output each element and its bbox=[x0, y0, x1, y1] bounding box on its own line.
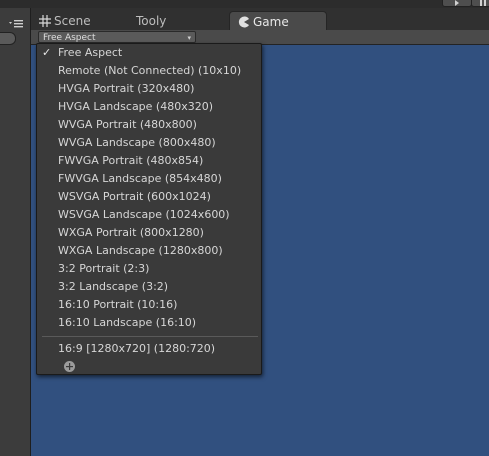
menu-item-hvga-landscape[interactable]: HVGA Landscape (480x320) bbox=[37, 98, 261, 116]
menu-item-label: Free Aspect bbox=[58, 46, 123, 59]
plus-circle-icon[interactable] bbox=[64, 361, 75, 372]
grid-icon bbox=[39, 15, 51, 27]
menu-item-hvga-portrait[interactable]: HVGA Portrait (320x480) bbox=[37, 80, 261, 98]
menu-item-wxga-landscape[interactable]: WXGA Landscape (1280x800) bbox=[37, 242, 261, 260]
play-button[interactable] bbox=[442, 0, 472, 7]
aspect-menu: ✓ Free Aspect Remote (Not Connected) (10… bbox=[36, 43, 262, 375]
tab-bar: Scene Tooly Game bbox=[31, 8, 489, 31]
menu-item-label: 3:2 Portrait (2:3) bbox=[58, 262, 150, 275]
tab-scene-label: Scene bbox=[54, 14, 91, 28]
unity-editor: Scene Tooly Game Free Aspect ▾ ✓ Free As… bbox=[0, 0, 489, 456]
tab-game-label: Game bbox=[253, 14, 289, 29]
menu-item-3-2-portrait[interactable]: 3:2 Portrait (2:3) bbox=[37, 260, 261, 278]
tab-scene[interactable]: Scene bbox=[39, 12, 91, 30]
pacman-icon bbox=[238, 16, 250, 28]
aspect-dropdown-value: Free Aspect bbox=[43, 33, 96, 43]
menu-item-free-aspect[interactable]: ✓ Free Aspect bbox=[37, 44, 261, 62]
menu-item-wvga-portrait[interactable]: WVGA Portrait (480x800) bbox=[37, 116, 261, 134]
menu-item-label: WXGA Landscape (1280x800) bbox=[58, 244, 223, 257]
menu-item-16-10-landscape[interactable]: 16:10 Landscape (16:10) bbox=[37, 314, 261, 332]
search-field[interactable] bbox=[0, 32, 16, 45]
aspect-dropdown[interactable]: Free Aspect ▾ bbox=[38, 31, 196, 43]
pause-icon bbox=[480, 0, 486, 6]
menu-item-label: 3:2 Landscape (3:2) bbox=[58, 280, 169, 293]
menu-item-label: WVGA Landscape (800x480) bbox=[58, 136, 216, 149]
menu-item-wvga-landscape[interactable]: WVGA Landscape (800x480) bbox=[37, 134, 261, 152]
menu-separator bbox=[42, 336, 258, 337]
tab-tooly-label: Tooly bbox=[136, 14, 167, 28]
menu-item-label: 16:9 [1280x720] (1280:720) bbox=[58, 342, 216, 355]
menu-item-wxga-portrait[interactable]: WXGA Portrait (800x1280) bbox=[37, 224, 261, 242]
top-toolbar bbox=[0, 0, 489, 8]
menu-item-label: FWVGA Portrait (480x854) bbox=[58, 154, 204, 167]
menu-item-label: WXGA Portrait (800x1280) bbox=[58, 226, 204, 239]
menu-item-wsvga-landscape[interactable]: WSVGA Landscape (1024x600) bbox=[37, 206, 261, 224]
menu-item-label: WSVGA Portrait (600x1024) bbox=[58, 190, 211, 203]
tab-tooly[interactable]: Tooly bbox=[136, 12, 166, 30]
menu-item-16-10-portrait[interactable]: 16:10 Portrait (10:16) bbox=[37, 296, 261, 314]
menu-item-label: 16:10 Portrait (10:16) bbox=[58, 298, 178, 311]
menu-item-fwvga-landscape[interactable]: FWVGA Landscape (854x480) bbox=[37, 170, 261, 188]
tab-game[interactable]: Game bbox=[229, 11, 327, 31]
menu-item-label: WVGA Portrait (480x800) bbox=[58, 118, 197, 131]
menu-item-fwvga-portrait[interactable]: FWVGA Portrait (480x854) bbox=[37, 152, 261, 170]
menu-item-label: 16:10 Landscape (16:10) bbox=[58, 316, 197, 329]
menu-item-label: FWVGA Landscape (854x480) bbox=[58, 172, 222, 185]
menu-item-16-9-custom[interactable]: 16:9 [1280x720] (1280:720) bbox=[37, 340, 261, 358]
menu-item-label: HVGA Landscape (480x320) bbox=[58, 100, 214, 113]
menu-item-label: WSVGA Landscape (1024x600) bbox=[58, 208, 230, 221]
menu-item-label: Remote (Not Connected) (10x10) bbox=[58, 64, 242, 77]
pause-button[interactable] bbox=[471, 0, 489, 7]
checkmark-icon: ✓ bbox=[42, 46, 52, 59]
menu-item-remote[interactable]: Remote (Not Connected) (10x10) bbox=[37, 62, 261, 80]
left-dock-panel bbox=[0, 8, 31, 456]
menu-item-label: HVGA Portrait (320x480) bbox=[58, 82, 195, 95]
hamburger-icon[interactable] bbox=[9, 20, 25, 30]
menu-item-3-2-landscape[interactable]: 3:2 Landscape (3:2) bbox=[37, 278, 261, 296]
menu-item-wsvga-portrait[interactable]: WSVGA Portrait (600x1024) bbox=[37, 188, 261, 206]
play-icon bbox=[455, 0, 459, 6]
